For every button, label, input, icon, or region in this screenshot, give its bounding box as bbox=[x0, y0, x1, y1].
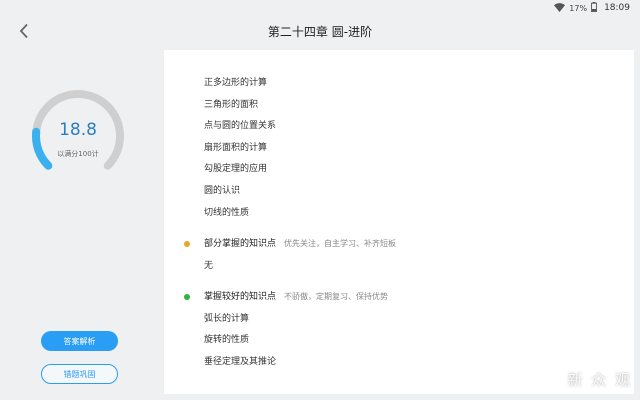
back-button[interactable] bbox=[14, 21, 34, 41]
section-hint: 不骄傲，定期复习、保持优势 bbox=[284, 292, 389, 301]
score-panel: 18.8 以满分100计 答案解析 错题巩固 bbox=[0, 46, 158, 400]
partial-status-dot bbox=[184, 241, 190, 247]
score-subtitle: 以满分100计 bbox=[57, 150, 99, 158]
section-title: 部分掌握的知识点 bbox=[204, 239, 277, 249]
list-item: 旋转的性质 bbox=[204, 335, 250, 345]
section-title: 掌握较好的知识点 bbox=[204, 292, 277, 302]
list-item: 点与圆的位置关系 bbox=[204, 121, 277, 131]
battery-percent: 17% bbox=[569, 3, 588, 13]
good-status-dot bbox=[184, 294, 190, 300]
wifi-icon bbox=[554, 2, 566, 14]
list-item: 弧长的计算 bbox=[204, 314, 250, 324]
clock-time: 18:09 bbox=[604, 3, 630, 13]
chevron-left-icon bbox=[19, 23, 28, 39]
partial-section-header: 部分掌握的知识点 优先关注，自主学习、补齐短板 bbox=[184, 238, 396, 250]
answer-analysis-button[interactable]: 答案解析 bbox=[41, 331, 118, 351]
list-item: 勾股定理的应用 bbox=[204, 164, 268, 174]
list-item: 垂径定理及其推论 bbox=[204, 357, 277, 367]
good-section-header: 掌握较好的知识点 不骄傲，定期复习、保持优势 bbox=[184, 291, 388, 303]
list-item: 无 bbox=[204, 261, 214, 271]
list-item: 三角形的面积 bbox=[204, 100, 259, 110]
page-title: 第二十四章 圆-进阶 bbox=[267, 24, 373, 39]
score-gauge: 18.8 以满分100计 bbox=[30, 88, 126, 184]
battery-icon bbox=[591, 2, 598, 14]
list-item: 扇形面积的计算 bbox=[204, 143, 268, 153]
watermark-logo: 新 众 观 bbox=[567, 371, 632, 389]
mistake-review-button[interactable]: 错题巩固 bbox=[41, 364, 118, 384]
list-item: 圆的认识 bbox=[204, 186, 241, 196]
section-hint: 优先关注，自主学习、补齐短板 bbox=[284, 239, 397, 248]
list-item: 切线的性质 bbox=[204, 208, 250, 218]
status-bar: 17% 18:09 bbox=[554, 0, 630, 16]
header: 第二十四章 圆-进阶 bbox=[0, 16, 640, 46]
list-item: 正多边形的计算 bbox=[204, 78, 268, 88]
score-value: 18.8 bbox=[59, 120, 97, 140]
knowledge-card: 正多边形的计算 三角形的面积 点与圆的位置关系 扇形面积的计算 勾股定理的应用 … bbox=[164, 50, 634, 394]
